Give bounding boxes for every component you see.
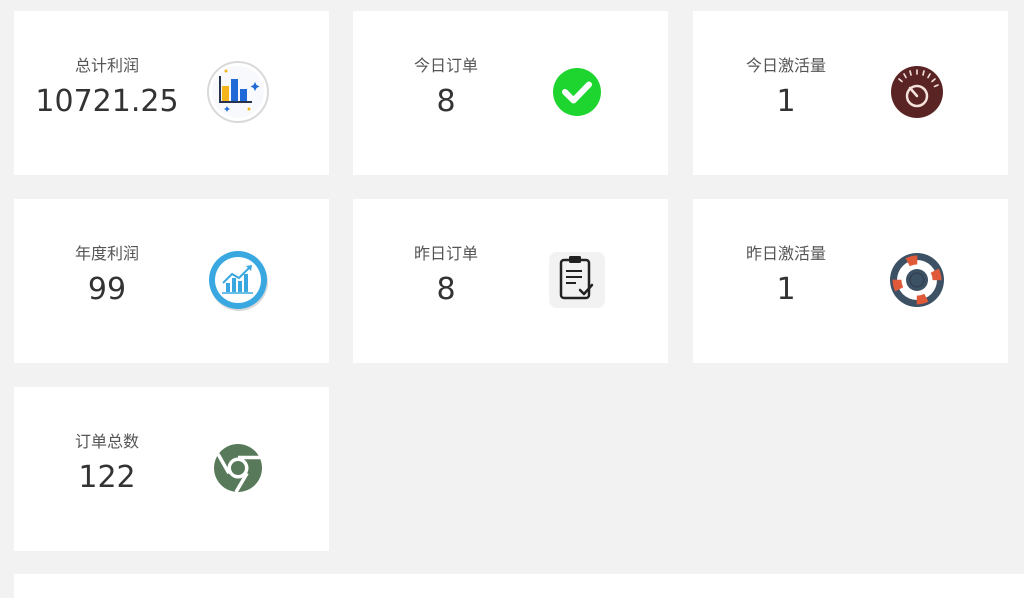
lifebuoy-icon	[884, 247, 950, 313]
stat-label: 今日订单	[413, 56, 478, 75]
stat-card-yesterday-orders: 昨日订单 8	[353, 199, 668, 363]
stat-value: 1	[776, 84, 796, 119]
speed-gauge-icon	[884, 59, 950, 125]
stat-value: 122	[78, 460, 136, 495]
stat-value: 1	[776, 272, 796, 307]
stat-label: 昨日订单	[413, 244, 478, 263]
stat-label: 订单总数	[74, 432, 139, 451]
stat-card-today-activations: 今日激活量 1	[693, 11, 1008, 175]
stat-label: 年度利润	[74, 244, 139, 263]
stat-card-today-orders: 今日订单 8	[353, 11, 668, 175]
stat-value: 8	[436, 272, 456, 307]
bottom-panel	[14, 574, 1024, 598]
stat-value: 8	[436, 84, 456, 119]
stat-card-total-orders: 订单总数 122	[14, 387, 329, 551]
stat-label: 总计利润	[74, 56, 139, 75]
growth-chart-icon	[205, 247, 271, 313]
chrome-icon	[205, 435, 271, 501]
check-circle-icon	[544, 59, 610, 125]
stat-label: 昨日激活量	[745, 244, 826, 263]
stat-card-total-profit: 总计利润 10721.25	[14, 11, 329, 175]
clipboard-check-icon	[544, 247, 610, 313]
stat-value: 10721.25	[35, 84, 179, 119]
stat-card-yesterday-activations: 昨日激活量 1	[693, 199, 1008, 363]
stat-value: 99	[87, 272, 127, 307]
stat-card-annual-profit: 年度利润 99	[14, 199, 329, 363]
stat-label: 今日激活量	[745, 56, 826, 75]
bar-chart-icon	[205, 59, 271, 125]
